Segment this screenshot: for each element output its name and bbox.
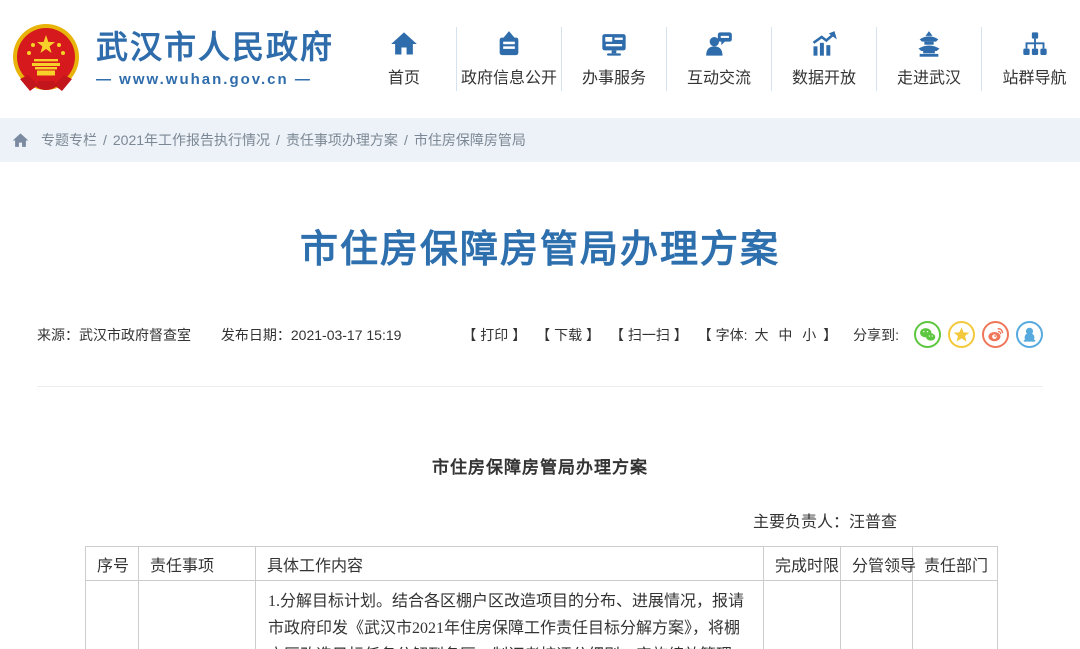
table-header-row: 序号 责任事项 具体工作内容 完成时限 分管领导 责任部门 <box>86 547 998 581</box>
font-size-prefix: 【 字体: <box>698 327 748 343</box>
cell-department <box>913 581 998 649</box>
breadcrumb-item-2021-report[interactable]: 2021年工作报告执行情况 <box>113 130 270 150</box>
article-meta-row: 来源：武汉市政府督查室 发布日期：2021-03-17 15:19 【 打印 】… <box>37 321 1043 348</box>
article-toolbar: 【 打印 】 【 下载 】 【 扫一扫 】 【 字体: 大 中 小 】 分享到: <box>452 321 1043 348</box>
nav-item-info-disclosure[interactable]: 政府信息公开 <box>457 27 562 91</box>
cell-leader <box>841 581 913 649</box>
cell-deadline: 3月底 <box>764 581 841 649</box>
main-nav: 首页 政府信息公开 办事服务 <box>352 0 1080 118</box>
column-header-item: 责任事项 <box>139 547 256 581</box>
share-label: 分享到: <box>853 325 899 345</box>
cell-seq <box>86 581 139 649</box>
weibo-icon <box>987 326 1004 343</box>
scan-qr-button[interactable]: 【 扫一扫 】 <box>610 325 688 345</box>
nav-label: 走进武汉 <box>897 64 961 88</box>
national-emblem-icon <box>8 21 84 97</box>
wechat-icon <box>919 326 936 343</box>
breadcrumb-item-special-topics[interactable]: 专题专栏 <box>41 130 97 150</box>
work-content-paragraph-1: 1.分解目标计划。结合各区棚户区改造项目的分布、进展情况，报请市政府印发《武汉市… <box>268 588 751 649</box>
page-title: 市住房保障房管局办理方案 <box>0 218 1080 273</box>
qq-icon <box>1021 326 1038 343</box>
nav-label: 首页 <box>388 64 420 88</box>
share-qzone-button[interactable] <box>948 321 975 348</box>
share-qq-button[interactable] <box>1016 321 1043 348</box>
font-size-medium-button[interactable]: 中 <box>778 327 792 343</box>
article-source: 来源：武汉市政府督查室 <box>37 327 191 343</box>
column-header-department: 责任部门 <box>913 547 998 581</box>
font-size-suffix: 】 <box>823 327 837 343</box>
breadcrumb-separator: / <box>103 132 107 148</box>
nav-item-site-navigation[interactable]: 站群导航 <box>982 27 1080 91</box>
breadcrumb-separator: / <box>404 132 408 148</box>
nav-label: 数据开放 <box>792 64 856 88</box>
article-body-title: 市住房保障房管局办理方案 <box>0 453 1080 478</box>
data-chart-icon <box>810 30 838 58</box>
responsibility-table: 序号 责任事项 具体工作内容 完成时限 分管领导 责任部门 1.分解目标计划。结… <box>85 546 998 649</box>
nav-item-home[interactable]: 首页 <box>352 27 457 91</box>
nav-item-visit-wuhan[interactable]: 走进武汉 <box>877 27 982 91</box>
article-publish-date: 发布日期：2021-03-17 15:19 <box>221 327 402 343</box>
breadcrumb: 专题专栏 / 2021年工作报告执行情况 / 责任事项办理方案 / 市住房保障房… <box>0 118 1080 162</box>
site-url: — www.wuhan.gov.cn — <box>96 71 334 88</box>
column-header-seq: 序号 <box>86 547 139 581</box>
breadcrumb-separator: / <box>276 132 280 148</box>
nav-item-services[interactable]: 办事服务 <box>562 27 667 91</box>
breadcrumb-item-current-bureau: 市住房保障房管局 <box>414 130 526 150</box>
home-icon <box>12 132 29 149</box>
cell-item <box>139 581 256 649</box>
info-disclosure-icon <box>495 30 523 58</box>
breadcrumb-item-responsibility-plans[interactable]: 责任事项办理方案 <box>286 130 398 150</box>
nav-label: 互动交流 <box>687 64 751 88</box>
sitemap-icon <box>1021 30 1049 58</box>
nav-item-interaction[interactable]: 互动交流 <box>667 27 772 91</box>
meta-divider <box>37 386 1043 387</box>
nav-label: 办事服务 <box>582 64 646 88</box>
tower-icon <box>915 30 943 58</box>
column-header-leader: 分管领导 <box>841 547 913 581</box>
nav-label: 政府信息公开 <box>461 64 557 88</box>
nav-item-open-data[interactable]: 数据开放 <box>772 27 877 91</box>
responsible-person-line: 主要负责人：汪普查 <box>0 508 897 532</box>
table-row: 1.分解目标计划。结合各区棚户区改造项目的分布、进展情况，报请市政府印发《武汉市… <box>86 581 998 649</box>
font-size-control: 【 字体: 大 中 小 】 <box>698 325 837 345</box>
nav-label: 站群导航 <box>1003 64 1067 88</box>
cell-work-content: 1.分解目标计划。结合各区棚户区改造项目的分布、进展情况，报请市政府印发《武汉市… <box>256 581 764 649</box>
site-logo[interactable]: 武汉市人民政府 — www.wuhan.gov.cn — <box>8 21 334 97</box>
services-monitor-icon <box>600 30 628 58</box>
column-header-content: 具体工作内容 <box>256 547 764 581</box>
share-wechat-button[interactable] <box>914 321 941 348</box>
print-button[interactable]: 【 打印 】 <box>462 325 526 345</box>
qzone-star-icon <box>953 326 970 343</box>
site-header: 武汉市人民政府 — www.wuhan.gov.cn — 首页 政府信息公开 <box>0 0 1080 118</box>
home-icon <box>390 30 418 58</box>
interaction-chat-icon <box>705 30 733 58</box>
article-meta-left: 来源：武汉市政府督查室 发布日期：2021-03-17 15:19 <box>37 325 427 345</box>
download-button[interactable]: 【 下载 】 <box>536 325 600 345</box>
site-name: 武汉市人民政府 <box>96 30 334 65</box>
share-weibo-button[interactable] <box>982 321 1009 348</box>
article-container: 市住房保障房管局办理方案 来源：武汉市政府督查室 发布日期：2021-03-17… <box>0 218 1080 649</box>
column-header-deadline: 完成时限 <box>764 547 841 581</box>
font-size-small-button[interactable]: 小 <box>802 327 816 343</box>
font-size-large-button[interactable]: 大 <box>754 327 768 343</box>
